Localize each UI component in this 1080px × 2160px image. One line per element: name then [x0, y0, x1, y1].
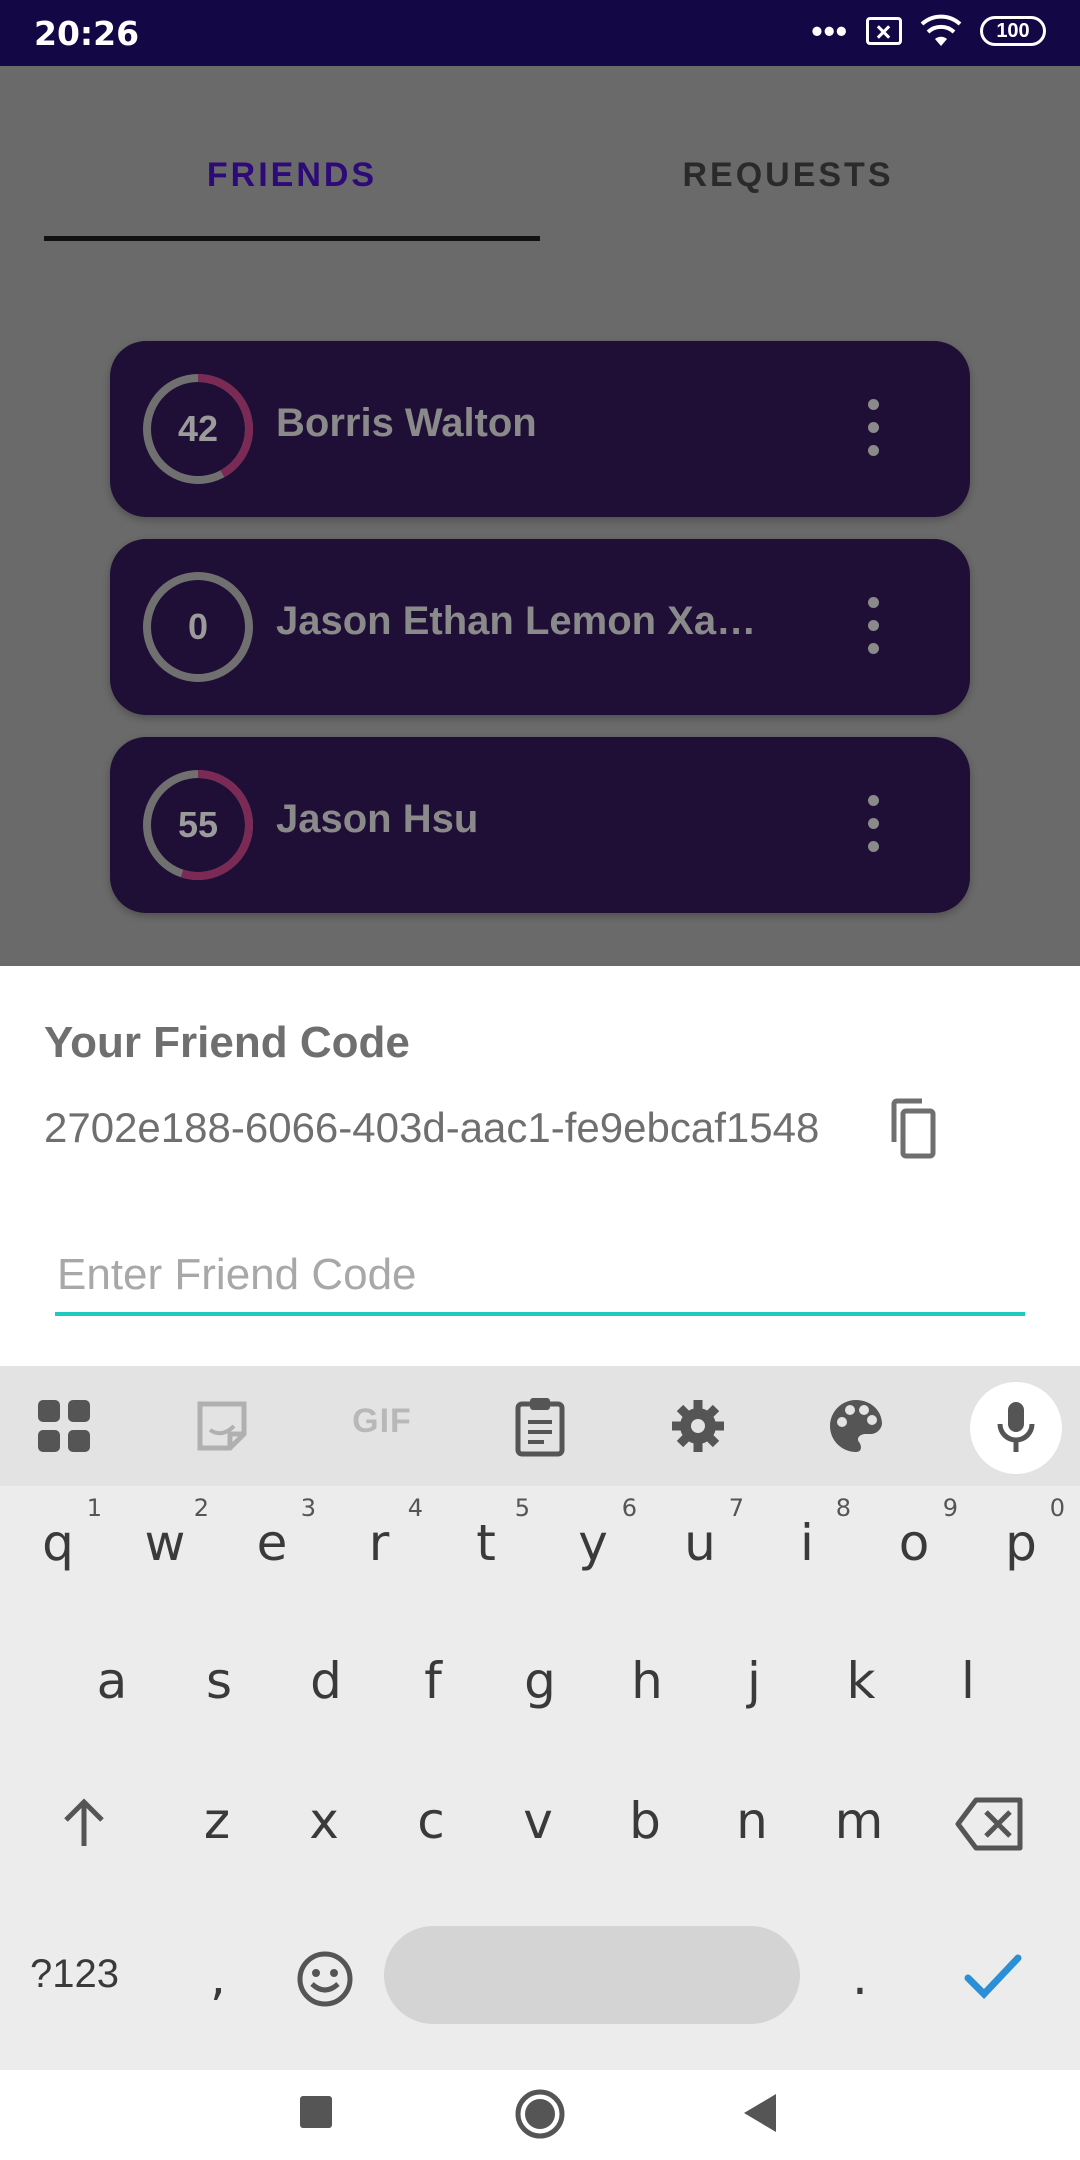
key-m[interactable]: m — [807, 1766, 911, 1876]
recents-icon[interactable] — [298, 2094, 334, 2130]
more-vert-icon[interactable] — [868, 597, 880, 657]
key-e[interactable]: 3e — [220, 1488, 324, 1598]
copy-icon[interactable] — [888, 1098, 938, 1160]
symbols-key[interactable]: ?123 — [30, 1952, 119, 1997]
key-v[interactable]: v — [486, 1766, 590, 1876]
more-vert-icon[interactable] — [868, 399, 880, 459]
status-icons: ••• 100 — [811, 14, 1046, 48]
key-l[interactable]: l — [916, 1626, 1020, 1736]
key-n[interactable]: n — [700, 1766, 804, 1876]
status-time: 20:26 — [34, 14, 140, 53]
key-d[interactable]: d — [274, 1626, 378, 1736]
key-o[interactable]: 9o — [862, 1488, 966, 1598]
home-icon[interactable] — [514, 2088, 566, 2140]
enter-check-icon[interactable] — [962, 1950, 1024, 2002]
clipboard-icon[interactable] — [504, 1390, 576, 1462]
key-i[interactable]: 8i — [755, 1488, 859, 1598]
more-vert-icon[interactable] — [868, 795, 880, 855]
tab-requests[interactable]: REQUESTS — [540, 156, 1036, 195]
key-comma[interactable]: , — [166, 1922, 270, 2032]
key-w[interactable]: 2w — [113, 1488, 217, 1598]
keyboard-toolbar: GIF — [0, 1366, 1080, 1486]
voice-input-button[interactable] — [970, 1382, 1062, 1474]
backspace-icon[interactable] — [954, 1794, 1026, 1854]
battery-icon: 100 — [980, 16, 1046, 46]
friend-card[interactable]: 55 Jason Hsu — [110, 737, 970, 913]
friend-name: Jason Ethan Lemon Xa… — [276, 599, 757, 643]
key-q[interactable]: 1q — [6, 1488, 110, 1598]
friend-name: Borris Walton — [276, 401, 537, 445]
spacebar[interactable] — [384, 1926, 800, 2024]
key-u[interactable]: 7u — [648, 1488, 752, 1598]
back-icon[interactable] — [742, 2092, 778, 2134]
emoji-icon[interactable] — [296, 1950, 354, 2008]
status-bar: 20:26 ••• 100 — [0, 0, 1080, 66]
friend-score: 55 — [177, 804, 219, 845]
gif-icon[interactable]: GIF — [346, 1402, 418, 1474]
key-f[interactable]: f — [381, 1626, 485, 1736]
sticker-icon[interactable] — [186, 1390, 258, 1462]
soft-keyboard: GIF 1 q 2 w 3 e 4 r 5 t 6 y 7 u 8 i 9 o … — [0, 1366, 1080, 2070]
key-t[interactable]: 5t — [434, 1488, 538, 1598]
mic-icon — [997, 1402, 1035, 1452]
key-j[interactable]: j — [702, 1626, 806, 1736]
friend-code-sheet: Your Friend Code 2702e188-6066-403d-aac1… — [0, 966, 1080, 1366]
friend-card[interactable]: 0 Jason Ethan Lemon Xa… — [110, 539, 970, 715]
friend-card[interactable]: 42 Borris Walton — [110, 341, 970, 517]
friend-code-value: 2702e188-6066-403d-aac1-fe9ebcaf1548 — [44, 1104, 820, 1151]
key-y[interactable]: 6y — [541, 1488, 645, 1598]
key-a[interactable]: a — [60, 1626, 164, 1736]
key-period[interactable]: . — [808, 1922, 912, 2032]
more-notifications-icon: ••• — [811, 13, 848, 49]
key-z[interactable]: z — [165, 1766, 269, 1876]
system-nav-bar — [0, 2070, 1080, 2160]
key-k[interactable]: k — [809, 1626, 913, 1736]
sheet-title: Your Friend Code — [44, 1018, 410, 1067]
key-g[interactable]: g — [488, 1626, 592, 1736]
key-c[interactable]: c — [379, 1766, 483, 1876]
shift-icon[interactable] — [56, 1796, 112, 1852]
apps-icon[interactable] — [28, 1390, 100, 1462]
key-s[interactable]: s — [167, 1626, 271, 1736]
no-sim-icon — [866, 17, 902, 45]
palette-icon[interactable] — [820, 1390, 892, 1462]
friend-name: Jason Hsu — [276, 797, 479, 841]
friend-score: 42 — [177, 408, 219, 449]
wifi-icon — [920, 14, 962, 46]
friend-score: 0 — [187, 606, 209, 647]
tab-friends[interactable]: FRIENDS — [44, 156, 540, 195]
tab-indicator — [44, 236, 540, 241]
key-p[interactable]: 0p — [969, 1488, 1073, 1598]
key-x[interactable]: x — [272, 1766, 376, 1876]
friend-code-input[interactable] — [55, 1238, 1025, 1316]
friends-screen: FRIENDS REQUESTS 42 Borris Walton 0 Jaso… — [0, 66, 1080, 966]
key-h[interactable]: h — [595, 1626, 699, 1736]
key-b[interactable]: b — [593, 1766, 697, 1876]
key-r[interactable]: 4r — [327, 1488, 431, 1598]
settings-icon[interactable] — [662, 1390, 734, 1462]
